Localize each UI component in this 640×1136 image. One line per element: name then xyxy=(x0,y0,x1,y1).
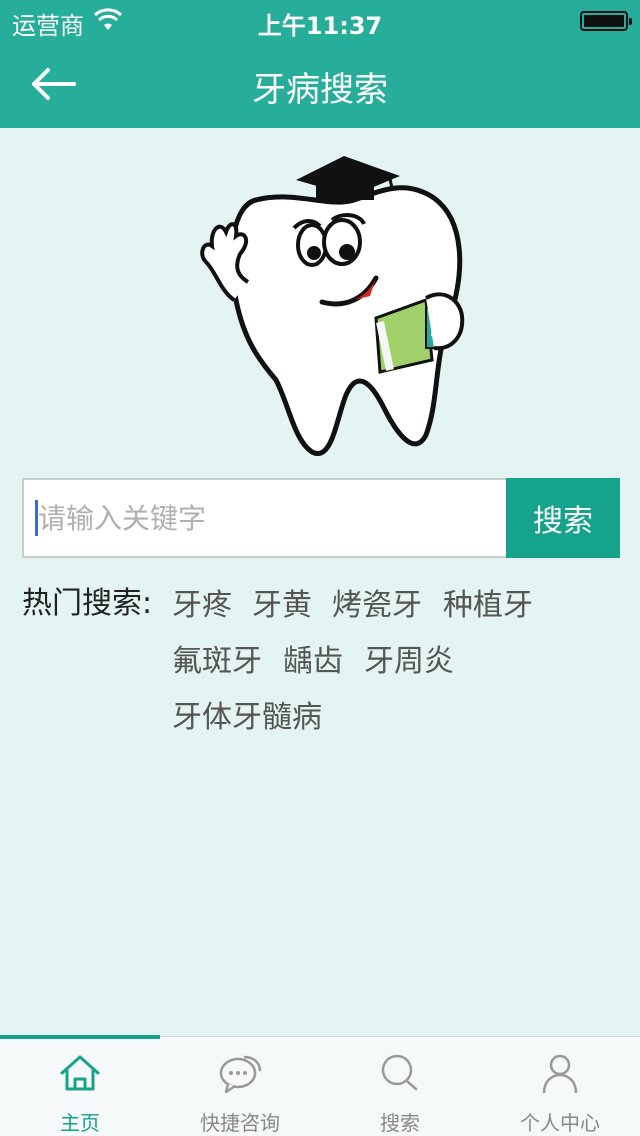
home-icon xyxy=(60,1055,100,1091)
tab-profile-label: 个人中心 xyxy=(520,1111,600,1135)
tab-home-label: 主页 xyxy=(60,1111,100,1135)
tooth-mascot-illustration: SOS xyxy=(200,156,465,456)
tab-quick-consult[interactable]: 快捷咨询 xyxy=(160,1037,320,1136)
hot-tag-periodontitis[interactable]: 牙周炎 xyxy=(364,636,454,680)
hot-tag-endodontic-disease[interactable]: 牙体牙髓病 xyxy=(172,692,322,736)
page-title: 牙病搜索 xyxy=(252,70,388,110)
hot-tag-dental-implant[interactable]: 种植牙 xyxy=(443,580,533,624)
chat-icon xyxy=(219,1055,262,1094)
hot-tag-caries[interactable]: 龋齿 xyxy=(283,636,343,680)
hot-tag-toothache[interactable]: 牙疼 xyxy=(172,580,232,624)
text-caret xyxy=(35,500,38,536)
tab-bar: 主页 快捷咨询 搜索 个人中心 xyxy=(0,1035,640,1136)
tab-search-label: 搜索 xyxy=(380,1111,420,1135)
tab-quick-consult-label: 快捷咨询 xyxy=(200,1111,280,1135)
status-bar: 运营商 上午11:37 xyxy=(0,0,640,40)
search-button[interactable]: 搜索 xyxy=(506,478,620,558)
tab-profile[interactable]: 个人中心 xyxy=(480,1037,640,1136)
hot-tag-fluorosis[interactable]: 氟斑牙 xyxy=(172,636,262,680)
battery-icon xyxy=(580,11,632,31)
top-bar: 运营商 上午11:37 牙病搜索 xyxy=(0,0,640,128)
hot-tag-porcelain-teeth[interactable]: 烤瓷牙 xyxy=(332,580,422,624)
search-box xyxy=(22,478,508,558)
hot-tag-yellow-teeth[interactable]: 牙黄 xyxy=(252,580,312,624)
search-input[interactable] xyxy=(24,480,506,556)
tab-home[interactable]: 主页 xyxy=(0,1037,160,1136)
tab-search[interactable]: 搜索 xyxy=(320,1037,480,1136)
hot-search-label: 热门搜索: xyxy=(22,586,153,621)
person-icon xyxy=(542,1054,578,1094)
nav-bar: 牙病搜索 xyxy=(0,40,640,128)
search-icon xyxy=(381,1054,418,1091)
status-time: 上午11:37 xyxy=(257,12,383,40)
